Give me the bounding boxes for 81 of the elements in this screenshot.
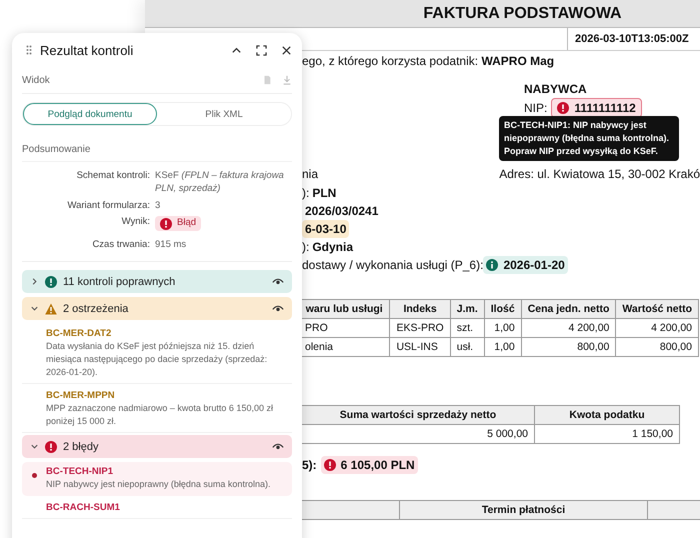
check-code: BC-MER-DAT2 bbox=[46, 328, 112, 340]
gross-label: 5): bbox=[302, 458, 317, 472]
close-icon[interactable] bbox=[281, 44, 292, 56]
table-cell: szt. bbox=[450, 318, 484, 338]
buyer-address: Adres: ul. Kwiatowa 15, 30-002 Krakó bbox=[499, 167, 700, 183]
table-cell: 5 000,00 bbox=[302, 424, 534, 444]
summary-label: Czas trwania: bbox=[91, 238, 150, 252]
check-message: MPP zaznaczone nadmiarowo – kwota brutto 6 150,00 zł poniżej 15 000 zł. bbox=[46, 402, 274, 428]
drag-handle-icon[interactable] bbox=[26, 45, 32, 55]
field-value: 2026/03/0241 bbox=[304, 203, 380, 220]
summary-label: Wariant formularza: bbox=[66, 200, 150, 212]
error-tooltip: BC-TECH-NIP1: NIP nabywcy jest niepoprawny (błędna suma kontrolna). Popraw NIP przed wysyłką do KSeF. bbox=[499, 116, 679, 162]
summary-label: Wynik: bbox=[120, 216, 150, 230]
eye-icon[interactable] bbox=[272, 442, 284, 452]
table-cell: USL-INS bbox=[390, 338, 450, 356]
selected-dot-icon bbox=[32, 473, 37, 478]
check-message: NIP nabywcy jest niepoprawny (błędna suma kontrolna). bbox=[46, 478, 272, 492]
result-badge: Błąd bbox=[155, 216, 202, 232]
panel-title: Rezultat kontroli bbox=[40, 42, 134, 58]
eye-icon[interactable] bbox=[272, 304, 284, 314]
field-value: PLN bbox=[311, 185, 338, 202]
table-cell: EKS-PRO bbox=[390, 318, 450, 338]
column-header: Wartość netto bbox=[616, 300, 698, 318]
field-label: ): bbox=[302, 240, 310, 254]
chevron-right-icon bbox=[30, 277, 39, 286]
column-header: J.m. bbox=[450, 300, 484, 318]
table-cell: usł. bbox=[450, 338, 484, 356]
nip-label: NIP: bbox=[524, 101, 548, 115]
table-cell: 1,00 bbox=[484, 318, 522, 338]
column-header: Suma wartości sprzedaży netto bbox=[302, 406, 534, 424]
check-item[interactable]: BC-TECH-NIP1 NIP nabywcy jest niepoprawny (błędna suma kontrolna). bbox=[22, 462, 292, 496]
table-cell: 4 200,00 bbox=[616, 318, 698, 338]
check-item[interactable]: BC-RACH-SUM1 bbox=[22, 498, 292, 520]
summary-value: 915 ms bbox=[155, 238, 188, 252]
column-header: Indeks bbox=[390, 300, 450, 318]
table-cell: 4 200,00 bbox=[521, 318, 616, 338]
view-tab[interactable]: Podgląd dokumentu bbox=[23, 103, 157, 125]
summary-label: Schemat kontroli: bbox=[76, 170, 150, 183]
field-label: ): bbox=[302, 186, 310, 200]
error-icon bbox=[45, 440, 57, 453]
error-icon bbox=[557, 102, 570, 114]
table-cell: 800,00 bbox=[616, 338, 698, 356]
summary-value: 3 bbox=[155, 200, 162, 212]
summary-heading: Podsumowanie bbox=[22, 144, 292, 162]
warning-icon bbox=[45, 302, 57, 315]
summary-value: KSeF (FPLN – faktura krajowa PLN, sprzedaż) bbox=[155, 170, 285, 196]
field-value: Gdynia bbox=[311, 239, 354, 256]
chevron-down-icon bbox=[30, 442, 39, 452]
table-cell: 1 150,00 bbox=[534, 424, 680, 444]
check-group-header[interactable]: 2 ostrzeżenia bbox=[22, 297, 292, 320]
table-cell: 1,00 bbox=[484, 338, 522, 356]
view-label: Widok bbox=[22, 74, 51, 86]
column-header: Cena jedn. netto bbox=[521, 300, 616, 318]
error-icon bbox=[160, 218, 172, 230]
software-line: ego, z którego korzysta podatnik: WAPRO Mag bbox=[302, 54, 556, 70]
check-message: Data wysłania do KSeF jest późniejsza niż 15. dzień miesiąca następującego po dacie sprzedaży (sprzedaż: 2026-01-20). bbox=[46, 340, 268, 378]
column-header: waru lub usługi bbox=[299, 300, 390, 318]
nip-badge[interactable]: 1111111112 bbox=[551, 98, 642, 118]
field-value: 2026-01-20 bbox=[483, 256, 568, 274]
check-code: BC-MER-MPPN bbox=[46, 390, 116, 402]
column-header: Termin płatności bbox=[400, 500, 648, 520]
document-title: FAKTURA PODSTAWOWA bbox=[423, 4, 622, 22]
check-item[interactable]: BC-MER-MPPN MPP zaznaczone nadmiarowo – kwota brutto 6 150,00 zł poniżej 15 000 zł. bbox=[22, 386, 292, 434]
field-value: 6-03-10 bbox=[302, 220, 350, 238]
eye-icon[interactable] bbox=[272, 277, 284, 286]
buyer-heading: NABYWCA bbox=[524, 82, 588, 96]
check-group-header[interactable]: 2 błędy bbox=[22, 435, 292, 458]
timestamp-cell: 2026-03-10T13:05:00Z bbox=[567, 28, 700, 50]
field-text: nia bbox=[302, 167, 320, 183]
error-icon bbox=[324, 459, 336, 471]
column-header: Ilość bbox=[484, 300, 522, 318]
chevron-down-icon bbox=[30, 304, 39, 314]
fullscreen-icon[interactable] bbox=[256, 44, 267, 56]
check-item[interactable]: BC-MER-DAT2 Data wysłania do KSeF jest późniejsza niż 15. dzień miesiąca następującego po dacie sprzedaży (sprzedaż: 2026-01-20). bbox=[22, 324, 292, 384]
gross-value: 6 105,00 PLN bbox=[320, 456, 418, 474]
check-code: BC-TECH-NIP1 bbox=[46, 466, 114, 478]
check-group-header[interactable]: 11 kontroli poprawnych bbox=[22, 270, 292, 294]
check-code: BC-RACH-SUM1 bbox=[46, 502, 121, 514]
column-header: Kwota podatku bbox=[534, 406, 680, 424]
field-label: dostawy / wykonania usługi (P_6): bbox=[302, 258, 484, 272]
table-cell: 800,00 bbox=[521, 338, 616, 356]
